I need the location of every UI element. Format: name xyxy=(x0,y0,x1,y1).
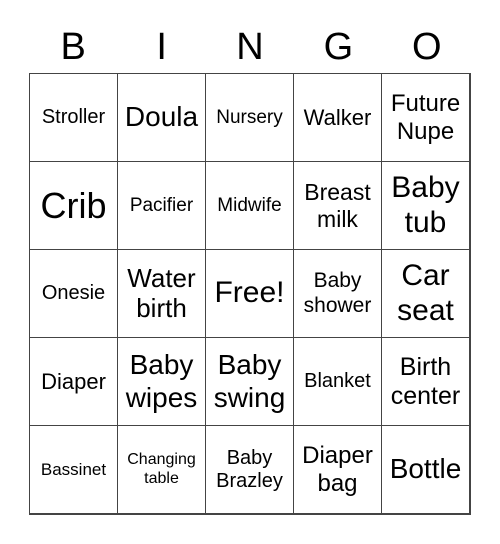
bingo-cell[interactable]: Bassinet xyxy=(29,425,118,514)
bingo-cell[interactable]: Free! xyxy=(205,249,294,338)
bingo-cell[interactable]: Doula xyxy=(117,73,206,162)
bingo-cell[interactable]: Car seat xyxy=(381,249,470,338)
header-letter: B xyxy=(60,26,86,68)
bingo-cell[interactable]: Crib xyxy=(29,161,118,250)
bingo-cell[interactable]: Diaper xyxy=(29,337,118,426)
bingo-cell[interactable]: Nursery xyxy=(205,73,294,162)
bingo-cell[interactable]: Bottle xyxy=(381,425,470,514)
header-letter: N xyxy=(236,26,264,68)
bingo-cell[interactable]: Birth center xyxy=(381,337,470,426)
header-letter: G xyxy=(323,26,354,68)
bingo-cell[interactable]: Baby wipes xyxy=(117,337,206,426)
bingo-cell[interactable]: Diaper bag xyxy=(293,425,382,514)
bingo-header: B I N G O xyxy=(29,22,471,72)
bingo-cell[interactable]: Onesie xyxy=(29,249,118,338)
bingo-cell[interactable]: Baby tub xyxy=(381,161,470,250)
bingo-cell[interactable]: Blanket xyxy=(293,337,382,426)
bingo-cell[interactable]: Midwife xyxy=(205,161,294,250)
header-letter: O xyxy=(412,26,442,68)
bingo-cell[interactable]: Water birth xyxy=(117,249,206,338)
bingo-cell[interactable]: Walker xyxy=(293,73,382,162)
bingo-grid: Stroller Doula Nursery Walker Future Nupe Cri… xyxy=(29,73,471,515)
bingo-cell[interactable]: Stroller xyxy=(29,73,118,162)
bingo-cell[interactable]: Breast milk xyxy=(293,161,382,250)
bingo-cell[interactable]: Baby Brazley xyxy=(205,425,294,514)
bingo-cell[interactable]: Future Nupe xyxy=(381,73,470,162)
bingo-cell[interactable]: Changing table xyxy=(117,425,206,514)
bingo-cell[interactable]: Baby shower xyxy=(293,249,382,338)
bingo-cell[interactable]: Pacifier xyxy=(117,161,206,250)
bingo-cell[interactable]: Baby swing xyxy=(205,337,294,426)
header-letter: I xyxy=(156,26,167,68)
